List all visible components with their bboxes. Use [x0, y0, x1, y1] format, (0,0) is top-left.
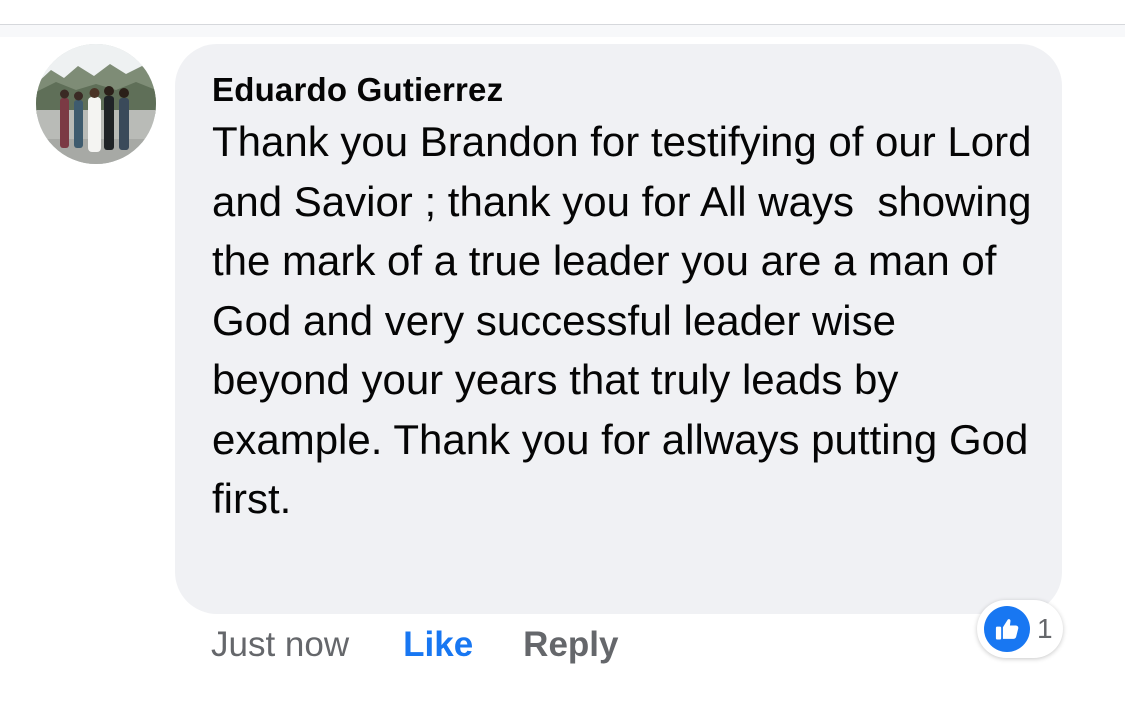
reaction-count: 1: [1037, 613, 1053, 644]
reply-button[interactable]: Reply: [523, 625, 618, 665]
avatar[interactable]: [36, 44, 156, 164]
comment-author-name[interactable]: Eduardo Gutierrez: [212, 70, 1032, 110]
comment-text: Thank you Brandon for testifying of our …: [212, 118, 1044, 522]
top-band: [0, 25, 1125, 37]
like-button[interactable]: Like: [403, 625, 473, 665]
comment-timestamp[interactable]: Just now: [211, 625, 349, 665]
reaction-summary[interactable]: 1: [977, 600, 1063, 658]
avatar-photo: [36, 44, 156, 164]
comment-bubble: Eduardo Gutierrez Thank you Brandon for …: [175, 44, 1062, 614]
comment-screen: Eduardo Gutierrez Thank you Brandon for …: [0, 0, 1125, 702]
thumbs-up-icon: [984, 606, 1030, 652]
comment-actions: Just now Like Reply: [211, 622, 618, 668]
